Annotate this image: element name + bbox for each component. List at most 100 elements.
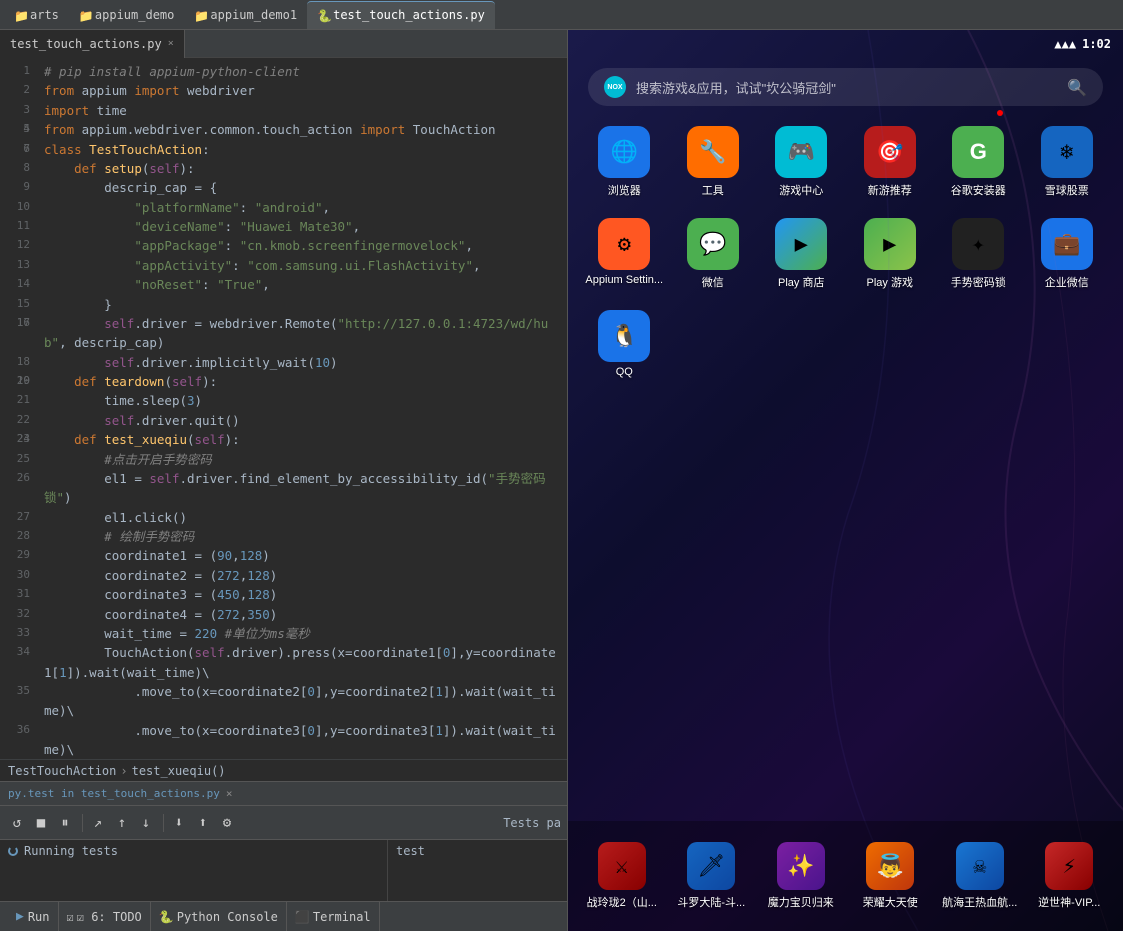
next-button[interactable]: ↓ <box>135 812 157 834</box>
notification-dot <box>997 110 1003 116</box>
dock-app-6[interactable]: ⚡ 逆世神-VIP... <box>1028 842 1112 910</box>
code-line-26: 26 el1 = self.driver.find_element_by_acc… <box>0 469 567 508</box>
google-installer-icon: G <box>952 126 1004 178</box>
dock-app-4[interactable]: 👼 荣耀大天使 <box>849 842 933 910</box>
app-browser[interactable]: 🌐 浏览器 <box>584 126 665 198</box>
python-console-label: Python Console <box>177 910 278 924</box>
terminal-item[interactable]: ⬛ Terminal <box>287 902 380 931</box>
status-time: 1:02 <box>1082 37 1111 51</box>
file-tab-active[interactable]: test_touch_actions.py × <box>0 30 185 58</box>
code-line-27: 27 el1.click() <box>0 508 567 527</box>
appium-settings-icon: ⚙ <box>598 218 650 270</box>
code-line-36: 36 .move_to(x=coordinate3[0],y=coordinat… <box>0 721 567 759</box>
code-line-30: 30 coordinate2 = (272,128) <box>0 566 567 585</box>
search-placeholder-text: 搜索游戏&应用，试试"坎公骑冠剑" <box>636 78 1067 97</box>
app-xueqiu[interactable]: ❄ 雪球股票 <box>1027 126 1108 198</box>
dock-app-3[interactable]: ✨ 魔力宝贝归来 <box>759 842 843 910</box>
settings-button[interactable]: ⚙ <box>216 812 238 834</box>
app-tools[interactable]: 🔧 工具 <box>673 126 754 198</box>
phone-panel: ▲▲▲ 1:02 NOX 搜索游戏&应用，试试"坎公骑冠剑" 🔍 🌐 浏览器 <box>568 30 1123 931</box>
code-line-20: 20 def teardown(self): <box>0 372 567 391</box>
app-play-games[interactable]: ▶ Play 游戏 <box>850 218 931 290</box>
breadcrumb: TestTouchAction › test_xueqiu() <box>0 759 567 781</box>
toolbar-sep-1 <box>82 814 83 832</box>
dock-app-1-label: 战玲珑2（山... <box>587 894 657 910</box>
play-games-label: Play 游戏 <box>867 274 913 290</box>
app-wechat[interactable]: 💬 微信 <box>673 218 754 290</box>
dock-app-2[interactable]: 🗡 斗罗大陆-斗... <box>670 842 754 910</box>
code-line-14: 14 "noReset": "True", <box>0 275 567 294</box>
python-console-item[interactable]: 🐍 Python Console <box>151 902 287 931</box>
app-gesture-lock[interactable]: ✦ 手势密码锁 <box>938 218 1019 290</box>
app-qq[interactable]: 🐧 QQ <box>584 310 665 378</box>
appium-settings-label: Appium Settin... <box>585 274 663 286</box>
app-play-store[interactable]: ▶ Play 商店 <box>761 218 842 290</box>
game-center-icon: 🎮 <box>775 126 827 178</box>
pause-button[interactable]: ⏸ <box>54 812 76 834</box>
stop-button[interactable]: ■ <box>30 812 52 834</box>
rerun-button[interactable]: ↺ <box>6 812 28 834</box>
code-line-1: 1# pip install appium-python-client <box>0 62 567 81</box>
code-line-3: 3import time <box>0 101 567 120</box>
todo-status-item[interactable]: ☑ ☑ 6: TODO <box>59 902 151 931</box>
code-line-22: 22 self.driver.quit() <box>0 411 567 430</box>
breadcrumb-method[interactable]: test_xueqiu() <box>132 764 226 778</box>
code-line-34: 34 TouchAction(self.driver).press(x=coor… <box>0 643 567 682</box>
phone-search-bar[interactable]: NOX 搜索游戏&应用，试试"坎公骑冠剑" 🔍 <box>588 68 1103 106</box>
file-tab-label: test_touch_actions.py <box>10 37 162 51</box>
run-config-close[interactable]: × <box>226 787 233 800</box>
run-icon: ▶ <box>16 909 24 924</box>
python-file-icon: 🐍 <box>317 9 329 21</box>
jump-to-source-button[interactable]: ↗ <box>87 812 109 834</box>
tab-appium-demo1[interactable]: 📁 appium_demo1 <box>184 1 307 29</box>
code-line-5: 5from appium.webdriver.common.touch_acti… <box>0 120 567 139</box>
dock-app-6-label: 逆世神-VIP... <box>1038 894 1100 910</box>
play-store-label: Play 商店 <box>778 274 824 290</box>
dock-app-6-icon: ⚡ <box>1045 842 1093 890</box>
code-line-8: 8 def setup(self): <box>0 159 567 178</box>
app-google-installer[interactable]: G 谷歌安装器 <box>938 126 1019 198</box>
app-game-center[interactable]: 🎮 游戏中心 <box>761 126 842 198</box>
test-panel: py.test in test_touch_actions.py × ↺ ■ ⏸… <box>0 781 567 901</box>
dock-app-1[interactable]: ⚔ 战玲珑2（山... <box>580 842 664 910</box>
app-appium-settings[interactable]: ⚙ Appium Settin... <box>584 218 665 290</box>
folder-icon: 📁 <box>14 9 26 21</box>
tab-arts[interactable]: 📁 arts <box>4 1 69 29</box>
code-line-10: 10 "platformName": "android", <box>0 198 567 217</box>
dock-app-1-icon: ⚔ <box>598 842 646 890</box>
file-tab-close[interactable]: × <box>168 38 174 49</box>
code-line-18: 18 self.driver.implicitly_wait(10) <box>0 353 567 372</box>
run-status-item[interactable]: ▶ Run <box>8 902 59 931</box>
dock-app-5[interactable]: ☠ 航海王热血航... <box>938 842 1022 910</box>
dock-app-5-label: 航海王热血航... <box>942 894 1017 910</box>
toolbar-sep-2 <box>163 814 164 832</box>
tab-test-touch-actions[interactable]: 🐍 test_touch_actions.py <box>307 1 495 29</box>
run-config-tab[interactable]: py.test in test_touch_actions.py <box>8 787 220 800</box>
new-games-label: 新游推荐 <box>868 182 912 198</box>
terminal-label: Terminal <box>313 910 371 924</box>
google-installer-label: 谷歌安装器 <box>951 182 1006 198</box>
enterprise-wechat-label: 企业微信 <box>1045 274 1089 290</box>
export-button[interactable]: ⬆ <box>192 812 214 834</box>
breadcrumb-class[interactable]: TestTouchAction <box>8 764 116 778</box>
code-line-21: 21 time.sleep(3) <box>0 391 567 410</box>
import-button[interactable]: ⬇ <box>168 812 190 834</box>
app-enterprise-wechat[interactable]: 💼 企业微信 <box>1027 218 1108 290</box>
phone-screen: ▲▲▲ 1:02 NOX 搜索游戏&应用，试试"坎公骑冠剑" 🔍 🌐 浏览器 <box>568 30 1123 931</box>
code-line-12: 12 "appPackage": "cn.kmob.screenfingermo… <box>0 236 567 255</box>
search-icon[interactable]: 🔍 <box>1067 78 1087 97</box>
code-editor[interactable]: 1# pip install appium-python-client 2fro… <box>0 58 567 759</box>
app-grid-row1: 🌐 浏览器 🔧 工具 🎮 游戏中心 🎯 新游推荐 G 谷歌安装器 <box>568 116 1123 208</box>
dock-app-3-label: 魔力宝贝归来 <box>768 894 834 910</box>
app-new-games[interactable]: 🎯 新游推荐 <box>850 126 931 198</box>
running-spinner <box>8 846 18 856</box>
test-toolbar: ↺ ■ ⏸ ↗ ↑ ↓ ⬇ ⬆ ⚙ Tests pa <box>0 806 567 840</box>
test-output-preview: test <box>387 840 567 901</box>
play-store-icon: ▶ <box>775 218 827 270</box>
ide-panel: test_touch_actions.py × 1# pip install a… <box>0 30 568 931</box>
previous-button[interactable]: ↑ <box>111 812 133 834</box>
test-tree: Running tests <box>0 840 387 901</box>
dock-app-2-icon: 🗡 <box>687 842 735 890</box>
tab-appium-demo[interactable]: 📁 appium_demo <box>69 1 184 29</box>
qq-icon: 🐧 <box>598 310 650 362</box>
